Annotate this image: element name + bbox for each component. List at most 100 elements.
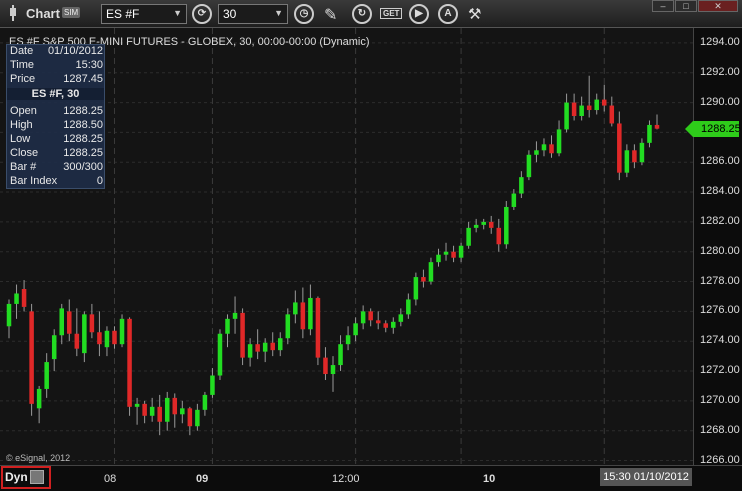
candle-body-down [368,311,373,321]
candle [202,391,208,416]
candle-body-up [164,397,170,422]
candle [51,329,57,372]
candle [579,96,584,121]
candle-body-up [391,321,396,328]
candle [315,296,321,366]
candle-body-down [421,277,426,282]
chevron-down-icon: ▼ [274,8,283,18]
candle-body-up [406,299,411,315]
candle-body-up [504,206,509,245]
candle-body-up [14,293,19,304]
candle-body-down [74,333,80,349]
candle [504,201,509,249]
minimize-button[interactable]: – [652,0,674,12]
candle [360,305,366,330]
candle [458,242,464,263]
candle-body-down [112,330,117,345]
close-button[interactable]: ✕ [698,0,738,12]
lock-icon[interactable] [30,470,44,484]
candle-body-down [157,406,162,422]
candle-body-up [36,388,42,409]
candle [142,400,147,424]
candle-body-down [127,318,132,407]
x-tick-label: 09 [196,473,209,485]
candle [119,314,125,348]
candle [586,75,592,118]
candle [564,93,569,133]
candle-body-up [353,323,358,336]
candle [421,269,426,288]
candle [127,317,132,416]
tools-icon[interactable]: ⚒ [468,5,481,23]
candle-body-down [496,227,502,245]
candle-body-up [82,314,87,354]
candle-body-up [44,362,49,389]
x-tick-label: 12:00 [332,473,360,485]
info-row-close: Close 1288.25 [10,147,103,159]
play-icon[interactable]: ▶ [409,4,429,24]
y-tick-label: 1274.00 [700,334,740,347]
candle [556,120,562,157]
candle [338,335,343,372]
reload-icon[interactable]: ↻ [352,4,372,24]
candle-body-up [481,221,486,225]
last-price-marker: 1288.25 [685,121,741,137]
cursor-time-label: 15:30 01/10/2012 [600,468,692,486]
candle-body-down [383,323,389,328]
candle [451,245,456,263]
candle-body-down [632,150,637,163]
candle [149,397,155,422]
candle-body-up [180,408,185,415]
sim-badge: SIM [62,7,81,18]
candle-body-up [232,312,238,319]
candle-body-down [89,314,95,333]
candle-body-down [601,99,607,106]
candle [473,218,479,233]
candle [534,141,539,163]
info-row-price: Price 1287.45 [10,73,103,85]
info-row-time: Time 15:30 [10,59,103,71]
cursor-info-panel: Date 01/10/2012 Time 15:30 Price 1287.45 ES… [6,44,105,189]
candle-body-up [345,335,351,345]
candle-body-up [262,342,268,352]
candle [240,308,245,366]
candle-body-up [413,277,419,300]
candle-body-up [360,311,366,324]
candle [632,144,637,169]
candle [488,215,494,234]
candle-body-down [97,332,102,345]
chevron-down-icon: ▼ [173,8,182,18]
alert-icon[interactable]: A [438,4,458,24]
draw-pencil-icon[interactable]: ✎ [324,5,337,25]
y-tick-label: 1294.00 [700,35,740,48]
candle-body-up [210,375,215,395]
candle [195,403,200,431]
candle-body-down [315,297,321,358]
candle [601,84,607,112]
candle-body-up [202,394,208,410]
candle [571,93,577,121]
clock-icon[interactable]: ◷ [294,4,314,24]
candle-body-up [579,105,584,116]
candle [330,356,336,392]
candle [383,320,389,333]
candle [285,308,291,345]
get-icon[interactable]: GET [380,8,403,19]
candle [300,287,306,339]
candle-body-down [240,312,245,358]
candle [594,93,599,115]
candle-body-down [255,344,260,352]
candle [217,329,223,380]
symbol-select[interactable]: ES #F ▼ [101,4,187,24]
interval-select[interactable]: 30 ▼ [218,4,288,24]
candle [353,317,358,342]
candle-body-up [466,227,471,246]
refresh-icon[interactable]: ⟳ [192,4,212,24]
chart-app-icon [10,5,16,21]
maximize-button[interactable]: □ [675,0,697,12]
candle-body-down [375,320,381,324]
y-tick-label: 1270.00 [700,393,740,406]
candle-body-up [330,365,336,375]
candle-body-up [217,333,223,376]
info-row-low: Low 1288.25 [10,133,103,145]
